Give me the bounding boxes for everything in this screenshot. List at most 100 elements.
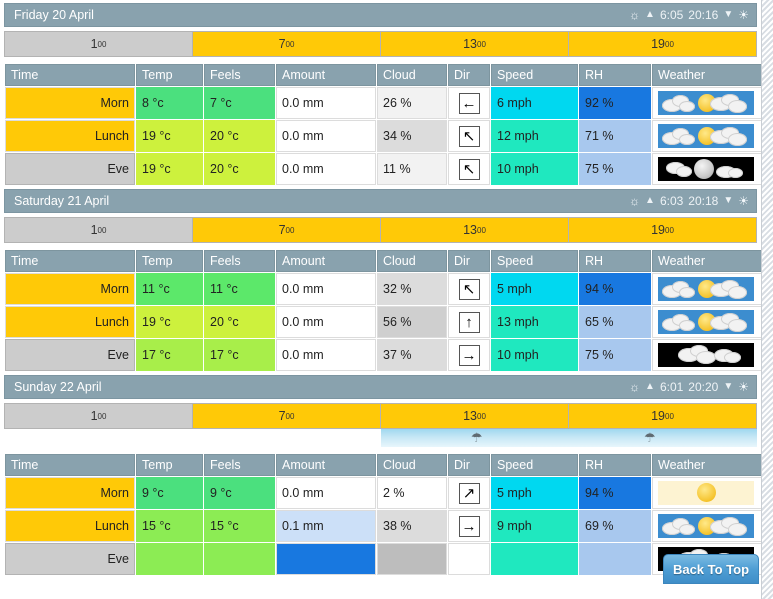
wind-direction-east-icon: → xyxy=(458,344,480,366)
column-header-speed: Speed xyxy=(491,250,578,272)
moon-shape xyxy=(694,159,714,179)
cell-weather xyxy=(652,306,766,338)
cell-feels: 20 °c xyxy=(204,120,275,152)
table-row: Lunch 15 °c 15 °c 0.1 mm 38 % → 9 mph 69 % xyxy=(5,510,766,542)
cell-weather xyxy=(652,477,766,509)
forecast-table: Time Temp Feels Amount Cloud Dir Speed RH Weathe… xyxy=(4,453,767,576)
page-scrollbar[interactable] xyxy=(761,0,773,599)
cell-time: Eve xyxy=(5,339,135,371)
back-to-top-button[interactable]: Back To Top xyxy=(663,554,759,584)
cell-direction xyxy=(448,543,490,575)
cell-rh: 71 % xyxy=(579,120,651,152)
cell-direction: ↗ xyxy=(448,477,490,509)
hour-cell[interactable]: 19 00 xyxy=(568,403,757,429)
minute-label: 00 xyxy=(665,411,674,421)
column-header-dir: Dir xyxy=(448,64,490,86)
cell-amount: 0.0 mm xyxy=(276,339,376,371)
column-header-time: Time xyxy=(5,64,135,86)
column-header-speed: Speed xyxy=(491,454,578,476)
sunrise-up-arrow-icon: ▲ xyxy=(645,195,655,206)
hour-label: 19 xyxy=(651,409,665,423)
sunset-sun-icon: ☀ xyxy=(738,380,749,394)
hour-cell[interactable]: 7 00 xyxy=(192,31,381,57)
minute-label: 00 xyxy=(97,411,107,421)
hour-cell[interactable]: 7 00 xyxy=(192,217,381,243)
wind-direction-north-icon: ↑ xyxy=(458,311,480,333)
sunset-sun-icon: ☀ xyxy=(738,194,749,208)
cloud-shape xyxy=(728,168,743,178)
cell-temp: 19 °c xyxy=(136,153,203,185)
cell-time: Morn xyxy=(5,273,135,305)
umbrella-icon: ☂ xyxy=(470,430,483,445)
column-header-feels: Feels xyxy=(204,64,275,86)
sunrise-time: 6:01 xyxy=(659,380,684,394)
cell-speed: 6 mph xyxy=(491,87,578,119)
table-row: Lunch 19 °c 20 °c 0.0 mm 56 % ↑ 13 mph 65 % xyxy=(5,306,766,338)
minute-label: 00 xyxy=(665,39,674,49)
cell-rh: 94 % xyxy=(579,273,651,305)
column-header-dir: Dir xyxy=(448,454,490,476)
table-header-row: Time Temp Feels Amount Cloud Dir Speed RH Weathe… xyxy=(5,64,766,86)
weather-icon-partly-cloudy-day xyxy=(658,310,754,334)
cell-amount: 0.0 mm xyxy=(276,306,376,338)
cloud-shape xyxy=(724,352,741,363)
hour-cell[interactable]: 19 00 xyxy=(568,31,757,57)
column-header-time: Time xyxy=(5,250,135,272)
cell-speed: 13 mph xyxy=(491,306,578,338)
cell-rh: 69 % xyxy=(579,510,651,542)
wind-direction-north-west-icon: ↖ xyxy=(458,158,480,180)
hour-cell[interactable]: 13 00 xyxy=(380,217,569,243)
day-header: Friday 20 April ☼ ▲ 6:05 20:16 ▼ ☀ xyxy=(4,3,757,27)
cell-cloud: 32 % xyxy=(377,273,447,305)
sun-times: ☼ ▲ 6:01 20:20 ▼ ☀ xyxy=(629,376,749,398)
cell-amount: 0.1 mm xyxy=(276,510,376,542)
column-header-speed: Speed xyxy=(491,64,578,86)
cloud-shape xyxy=(679,524,695,535)
cell-rh xyxy=(579,543,651,575)
hour-label: 7 xyxy=(278,37,286,51)
hour-cell[interactable]: 13 00 xyxy=(380,31,569,57)
cloud-shape xyxy=(728,100,747,113)
cell-time: Eve xyxy=(5,153,135,185)
hour-cell[interactable]: 1 00 xyxy=(4,31,193,57)
weather-icon-partly-cloudy-day xyxy=(658,91,754,115)
column-header-temp: Temp xyxy=(136,64,203,86)
cell-rh: 92 % xyxy=(579,87,651,119)
cell-cloud: 26 % xyxy=(377,87,447,119)
cell-weather xyxy=(652,273,766,305)
cell-temp: 15 °c xyxy=(136,510,203,542)
cell-temp: 19 °c xyxy=(136,306,203,338)
hour-label: 7 xyxy=(278,409,286,423)
weather-icon-partly-cloudy-day xyxy=(658,514,754,538)
cell-weather xyxy=(652,510,766,542)
column-header-amount: Amount xyxy=(276,250,376,272)
weather-icon-clear-day xyxy=(658,481,754,505)
column-header-temp: Temp xyxy=(136,454,203,476)
table-header-row: Time Temp Feels Amount Cloud Dir Speed RH Weathe… xyxy=(5,250,766,272)
cloud-shape xyxy=(679,320,695,331)
hour-label: 13 xyxy=(463,409,477,423)
sunset-sun-icon: ☀ xyxy=(738,8,749,22)
cloud-shape xyxy=(679,287,695,298)
cell-cloud: 2 % xyxy=(377,477,447,509)
hour-cell[interactable]: 7 00 xyxy=(192,403,381,429)
hour-cell[interactable]: 1 00 xyxy=(4,217,193,243)
sunrise-sun-icon: ☼ xyxy=(629,8,641,22)
hour-label: 1 xyxy=(90,223,98,237)
minute-label: 00 xyxy=(477,225,486,235)
table-row: Lunch 19 °c 20 °c 0.0 mm 34 % ↖ 12 mph 71 % xyxy=(5,120,766,152)
hour-cell[interactable]: 19 00 xyxy=(568,217,757,243)
forecast-content: Friday 20 April ☼ ▲ 6:05 20:16 ▼ ☀ 1 00 7 00 13 00 19… xyxy=(0,0,766,576)
day-title: Friday 20 April xyxy=(14,8,94,22)
cell-direction: ← xyxy=(448,87,490,119)
day-title: Sunday 22 April xyxy=(14,380,102,394)
hour-cell[interactable]: 13 00 xyxy=(380,403,569,429)
table-header-row: Time Temp Feels Amount Cloud Dir Speed RH Weathe… xyxy=(5,454,766,476)
hour-label: 1 xyxy=(90,37,98,51)
cell-weather xyxy=(652,120,766,152)
hour-cell[interactable]: 1 00 xyxy=(4,403,193,429)
sunset-time: 20:20 xyxy=(688,380,719,394)
sunrise-up-arrow-icon: ▲ xyxy=(645,9,655,20)
hour-label: 13 xyxy=(463,223,477,237)
cell-time: Eve xyxy=(5,543,135,575)
